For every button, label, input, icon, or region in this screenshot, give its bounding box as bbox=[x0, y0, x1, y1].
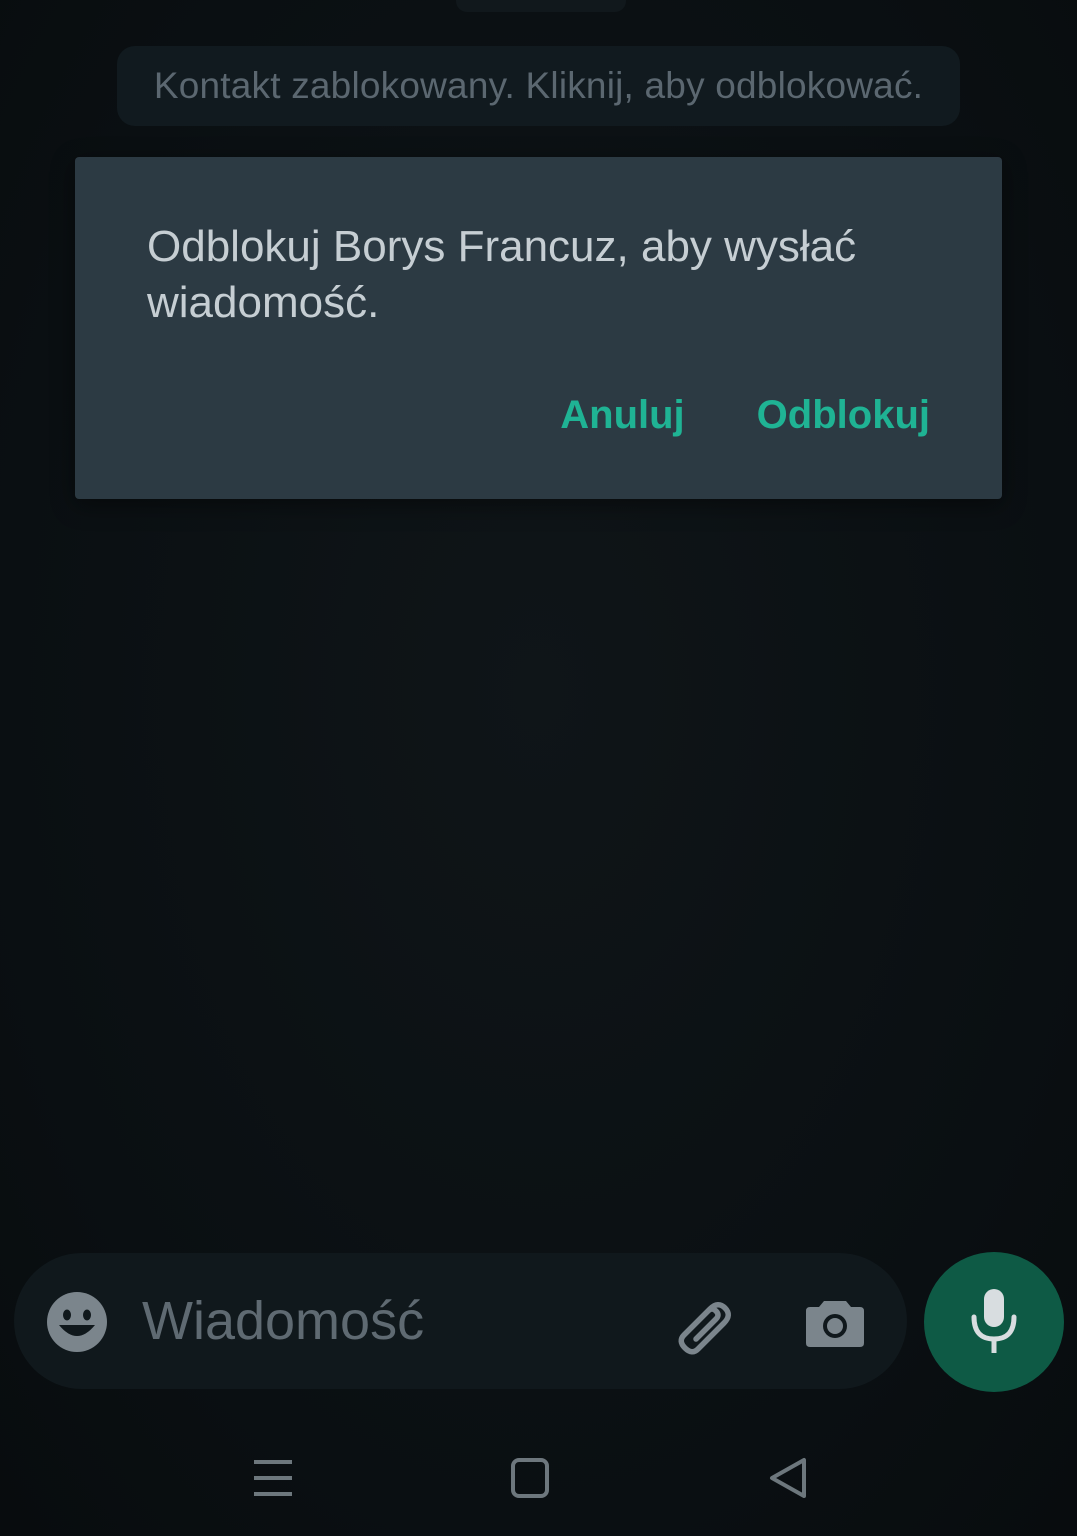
menu-icon[interactable] bbox=[244, 1448, 304, 1508]
dialog-actions: Anuluj Odblokuj bbox=[560, 393, 930, 438]
dialog-message: Odblokuj Borys Francuz, aby wysłać wiado… bbox=[147, 222, 857, 327]
microphone-icon bbox=[971, 1289, 1017, 1353]
chat-screen: Kontakt zablokowany. Kliknij, aby odblok… bbox=[0, 0, 1077, 1536]
microphone-button[interactable] bbox=[924, 1252, 1064, 1392]
camera-icon[interactable] bbox=[804, 1291, 866, 1353]
message-input[interactable] bbox=[142, 1283, 622, 1359]
top-handle bbox=[456, 0, 626, 12]
system-navigation-bar bbox=[0, 1410, 1077, 1536]
paperclip-icon[interactable] bbox=[668, 1289, 738, 1359]
home-square-icon[interactable] bbox=[500, 1448, 560, 1508]
blocked-contact-banner[interactable]: Kontakt zablokowany. Kliknij, aby odblok… bbox=[117, 46, 960, 126]
unblock-button[interactable]: Odblokuj bbox=[757, 393, 930, 438]
message-composer bbox=[14, 1253, 907, 1389]
emoji-icon[interactable] bbox=[46, 1291, 108, 1353]
cancel-button[interactable]: Anuluj bbox=[560, 393, 684, 438]
unblock-dialog: Odblokuj Borys Francuz, aby wysłać wiado… bbox=[75, 157, 1002, 499]
back-triangle-icon[interactable] bbox=[758, 1448, 818, 1508]
